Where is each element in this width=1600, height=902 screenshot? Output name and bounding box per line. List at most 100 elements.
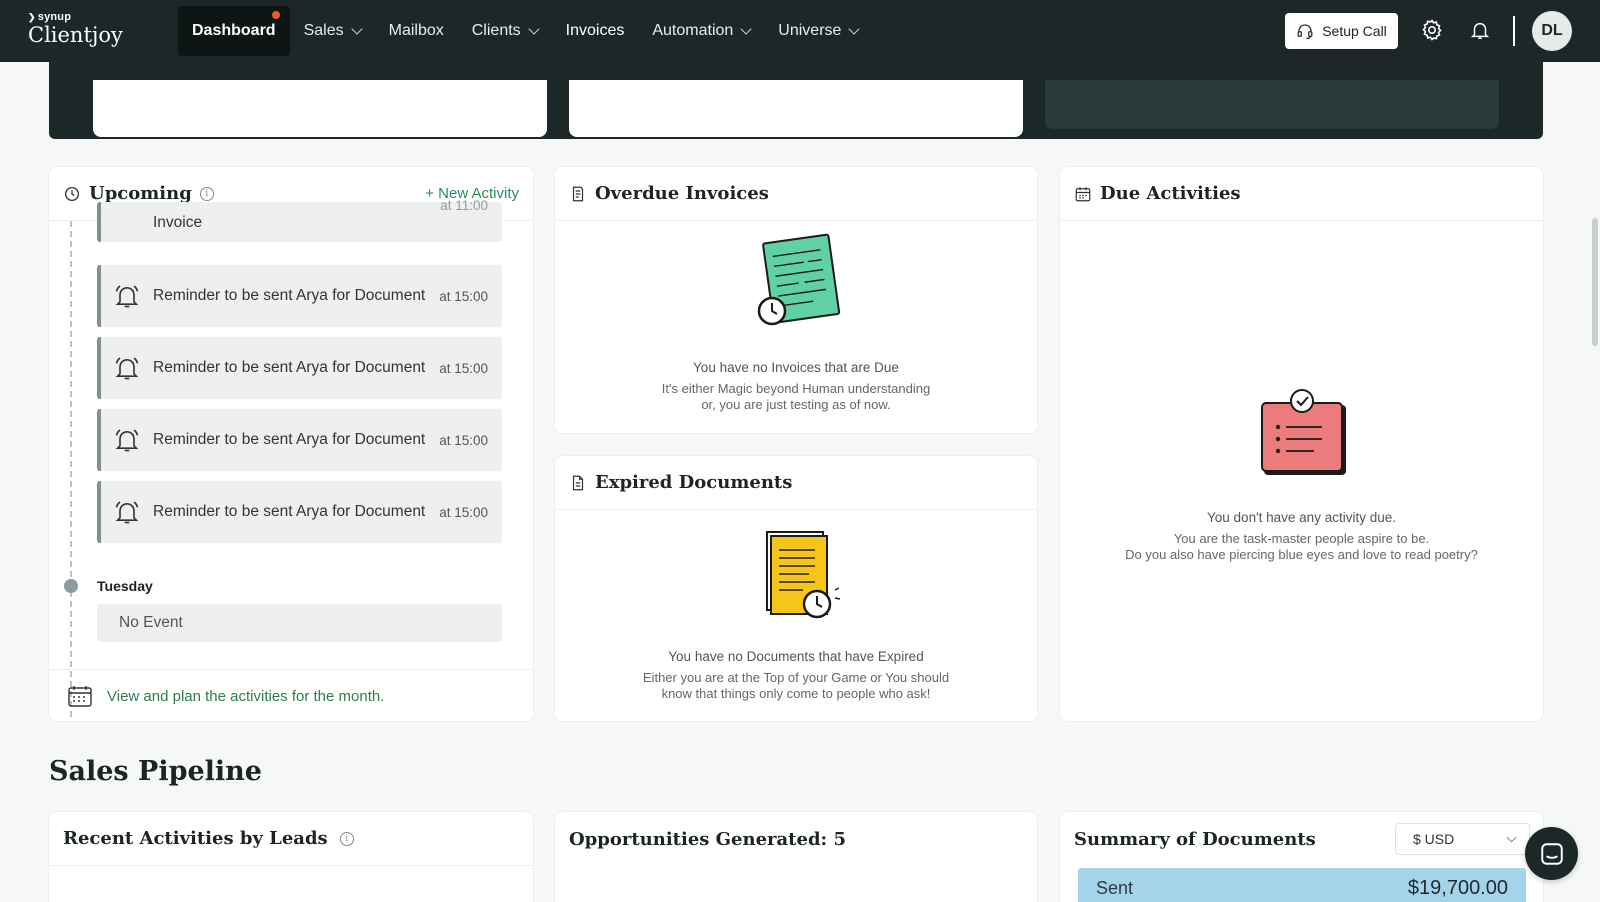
clock-icon [64,186,80,201]
upcoming-event[interactable]: Reminder to be sent Arya for Document at… [97,265,502,327]
opportunities-card: Opportunities Generated: 5 [555,812,1037,902]
overdue-empty-line1: It's either Magic beyond Human understan… [661,381,931,396]
month-plan-link-text: View and plan the activities for the mon… [107,687,385,705]
opportunities-title: Opportunities Generated: 5 [569,828,846,850]
sent-label: Sent [1096,877,1134,898]
day-label: Tuesday [97,578,153,594]
currency-select-value: $ USD [1413,831,1455,847]
nav-mailbox-label: Mailbox [388,22,444,39]
upcoming-event[interactable]: Reminder to be sent Arya for Document at… [97,481,502,543]
nav-sales[interactable]: Sales [290,6,375,56]
bell-icon [115,501,139,524]
chat-launcher-button[interactable] [1525,827,1578,880]
info-icon[interactable]: i [199,186,214,201]
main-nav: Dashboard Sales Mailbox Clients Invoices… [178,6,872,56]
expired-empty-line2: know that things only come to people who… [661,686,931,701]
event-text: Reminder to be sent Arya for Document [153,287,426,304]
expired-empty-title: You have no Documents that have Expired [668,649,924,664]
due-header: Due Activities [1060,167,1543,221]
page-scrollbar[interactable] [1592,218,1598,346]
expired-empty-line1: Either you are at the Top of your Game o… [642,670,950,685]
chevron-down-icon [527,23,540,35]
event-text: Reminder to be sent Arya for Document [153,359,426,376]
brand-logo[interactable]: ❯ synup Clientjoy [28,11,123,46]
brand-name: Clientjoy [28,23,123,47]
due-title: Due Activities [1100,183,1241,204]
chevron-down-icon [1506,832,1517,843]
nav-divider [1513,16,1515,46]
calendar-icon [1075,186,1091,201]
recent-activities-header: Recent Activities by Leads i [49,812,533,866]
document-icon [572,475,584,490]
chevron-down-icon [350,23,363,35]
chevron-down-icon [848,23,861,35]
upcoming-title: Upcoming [89,183,192,204]
event-time: at 11:00 [440,198,488,213]
event-time: at 15:00 [439,360,488,376]
bell-icon [115,285,139,308]
calendar-icon [68,686,92,707]
avatar[interactable]: DL [1532,11,1572,51]
nav-sales-label: Sales [303,22,344,39]
notifications-button[interactable] [1464,14,1496,46]
gear-icon [1422,19,1442,41]
chat-icon [1540,842,1563,865]
due-empty-line2: Do you also have piercing blue eyes and … [1125,547,1478,562]
nav-automation[interactable]: Automation [638,6,764,56]
month-plan-link[interactable]: View and plan the activities for the mon… [49,669,533,721]
nav-dashboard-label: Dashboard [192,22,276,39]
overdue-header: Overdue Invoices [555,167,1037,221]
notification-dot [271,11,280,19]
nav-dashboard[interactable]: Dashboard [178,6,290,56]
nav-invoices[interactable]: Invoices [552,6,639,56]
nav-clients[interactable]: Clients [458,6,552,56]
event-time: at 15:00 [439,504,488,520]
nav-universe-label: Universe [778,22,842,39]
upcoming-event-partial[interactable]: Invoice at 11:00 [97,198,502,242]
timeline-line [70,221,72,721]
sent-amount: $19,700.00 [1407,876,1508,899]
due-empty-line1: You are the task-master people aspire to… [1173,531,1430,546]
invoice-icon [572,186,584,201]
event-text: Reminder to be sent Arya for Document [153,503,426,520]
nav-invoices-label: Invoices [565,22,625,39]
bell-icon [115,429,139,452]
summary-card-2 [569,80,1023,137]
nav-mailbox[interactable]: Mailbox [375,6,458,56]
bell-icon [115,357,139,380]
event-text: Reminder to be sent Arya for Document [153,431,426,448]
settings-button[interactable] [1416,14,1448,46]
overdue-title: Overdue Invoices [595,183,769,204]
brand-parent-label: synup [37,11,72,23]
event-time: at 15:00 [439,432,488,448]
setup-call-label: Setup Call [1322,23,1387,39]
nav-automation-label: Automation [652,22,734,39]
top-navbar: ❯ synup Clientjoy Dashboard Sales Mailbox… [0,0,1600,62]
opportunities-header: Opportunities Generated: 5 [555,812,1037,866]
sent-summary-bar[interactable]: Sent $19,700.00 [1078,868,1526,902]
chevron-down-icon [740,23,752,35]
bell-icon [1470,22,1490,39]
upcoming-event[interactable]: Reminder to be sent Arya for Document at… [97,337,502,399]
summary-card-1 [93,80,547,137]
upcoming-card: Upcoming i + New Activity Invoice at 11:… [49,167,533,721]
event-time: at 15:00 [439,288,488,304]
expired-title: Expired Documents [595,472,793,493]
invoice-illustration-icon [757,233,841,326]
overdue-empty-line2: or, you are just testing as of now. [701,397,891,412]
info-icon[interactable]: i [339,831,354,846]
expired-header: Expired Documents [555,456,1037,510]
due-activities-card: Due Activities You don't have any activi… [1060,167,1543,721]
checklist-illustration-icon [1261,389,1346,475]
summary-card-3 [1045,80,1499,129]
due-empty-title: You don't have any activity due. [1207,510,1396,525]
timeline-day-dot [64,579,78,593]
recent-activities-card: Recent Activities by Leads i [49,812,533,902]
nav-universe[interactable]: Universe [764,6,872,56]
currency-select[interactable]: $ USD [1395,823,1530,855]
summary-documents-title: Summary of Documents [1074,828,1316,850]
setup-call-button[interactable]: Setup Call [1285,13,1398,49]
headset-icon [1297,24,1313,40]
overdue-empty-title: You have no Invoices that are Due [693,360,899,375]
upcoming-event[interactable]: Reminder to be sent Arya for Document at… [97,409,502,471]
